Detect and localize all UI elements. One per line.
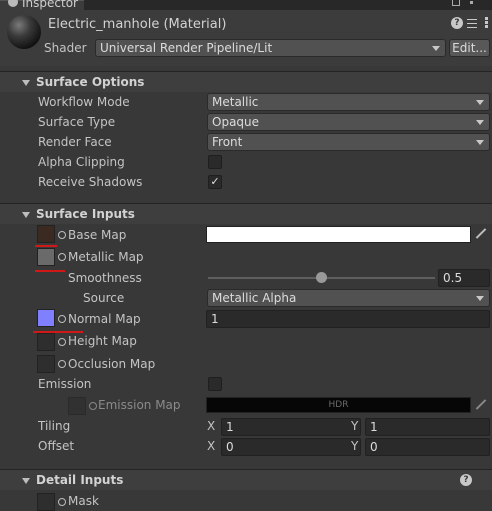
tiling-y-field[interactable]: 1 — [365, 418, 490, 436]
foldout-arrow-icon — [22, 212, 30, 218]
eyedropper-icon[interactable] — [475, 228, 487, 240]
emission-map-texture-slot[interactable] — [68, 397, 86, 415]
object-picker-icon[interactable] — [58, 315, 66, 323]
emission-map-label: Emission Map — [98, 398, 181, 412]
surface-type-dropdown[interactable]: Opaque — [207, 113, 490, 131]
surface-type-value: Opaque — [212, 115, 260, 129]
height-map-label: Height Map — [68, 334, 137, 348]
emission-color-field[interactable]: HDR — [206, 397, 471, 413]
surface-inputs-header[interactable]: Surface Inputs — [0, 204, 492, 224]
offset-y-field[interactable]: 0 — [365, 438, 490, 456]
help-icon[interactable]: ? — [451, 17, 463, 29]
smoothness-label: Smoothness — [68, 271, 142, 285]
chevron-down-icon — [476, 140, 484, 145]
normal-map-texture-slot[interactable] — [37, 309, 55, 327]
metallic-map-texture-slot[interactable] — [37, 248, 55, 266]
material-menu-icon[interactable] — [480, 17, 492, 29]
tiling-x-field[interactable]: 1 — [221, 418, 361, 436]
object-picker-icon[interactable] — [58, 253, 66, 261]
material-title: Electric_manhole (Material) — [48, 17, 227, 32]
object-picker-icon[interactable] — [58, 498, 66, 506]
tab-inspector[interactable]: Inspector — [0, 0, 84, 10]
help-icon[interactable]: ? — [460, 474, 472, 486]
info-icon — [8, 0, 18, 7]
chevron-down-icon — [476, 120, 484, 125]
metallic-map-label: Metallic Map — [68, 250, 144, 264]
occlusion-map-label: Occlusion Map — [68, 357, 156, 371]
surface-type-label: Surface Type — [38, 115, 116, 129]
occlusion-map-texture-slot[interactable] — [37, 355, 55, 373]
chevron-down-icon — [432, 46, 440, 51]
foldout-arrow-icon — [22, 80, 30, 86]
receive-shadows-checkbox[interactable]: ✓ — [208, 175, 222, 189]
lock-icon[interactable] — [452, 0, 460, 6]
mask-texture-slot[interactable] — [37, 493, 55, 511]
base-map-color-field[interactable] — [206, 226, 471, 243]
shader-label: Shader — [44, 41, 87, 55]
offset-label: Offset — [38, 439, 75, 453]
object-picker-icon[interactable] — [58, 338, 66, 346]
alpha-clipping-label: Alpha Clipping — [38, 155, 125, 169]
object-picker-icon[interactable] — [89, 402, 97, 410]
smoothness-slider-thumb[interactable] — [316, 272, 327, 283]
workflow-mode-label: Workflow Mode — [38, 95, 130, 109]
annotation-underline — [35, 270, 65, 272]
edit-shader-button[interactable]: Edit... — [449, 39, 490, 57]
shader-dropdown[interactable]: Universal Render Pipeline/Lit — [95, 39, 446, 57]
receive-shadows-label: Receive Shadows — [38, 175, 143, 189]
tiling-y-label: Y — [351, 419, 359, 433]
mask-label: Mask — [68, 494, 99, 508]
offset-x-label: X — [207, 439, 216, 453]
material-preview-sphere — [7, 15, 41, 49]
workflow-mode-dropdown[interactable]: Metallic — [207, 93, 490, 111]
window-menu-icon[interactable] — [470, 0, 474, 7]
source-value: Metallic Alpha — [212, 291, 297, 305]
tiling-label: Tiling — [38, 419, 71, 433]
chevron-down-icon — [476, 100, 484, 105]
normal-map-label: Normal Map — [68, 312, 141, 326]
surface-options-title: Surface Options — [36, 75, 145, 89]
render-face-label: Render Face — [38, 135, 112, 149]
presets-icon[interactable] — [466, 17, 478, 29]
object-picker-icon[interactable] — [58, 231, 66, 239]
source-label: Source — [83, 291, 125, 305]
source-dropdown[interactable]: Metallic Alpha — [207, 289, 490, 307]
tiling-x-label: X — [207, 419, 216, 433]
emission-label: Emission — [38, 377, 92, 391]
offset-y-label: Y — [351, 439, 359, 453]
chevron-down-icon — [476, 296, 484, 301]
shader-dropdown-value: Universal Render Pipeline/Lit — [100, 41, 273, 55]
detail-inputs-header[interactable]: Detail Inputs ? — [0, 470, 492, 490]
tab-inspector-label: Inspector — [22, 0, 78, 10]
foldout-arrow-icon — [22, 478, 30, 484]
alpha-clipping-checkbox[interactable] — [208, 155, 222, 169]
normal-map-scale-field[interactable]: 1 — [206, 310, 490, 328]
offset-x-field[interactable]: 0 — [221, 438, 361, 456]
base-map-label: Base Map — [68, 228, 127, 242]
render-face-value: Front — [212, 135, 243, 149]
workflow-mode-value: Metallic — [212, 95, 259, 109]
detail-inputs-title: Detail Inputs — [36, 473, 124, 487]
render-face-dropdown[interactable]: Front — [207, 133, 490, 151]
base-map-texture-slot[interactable] — [37, 225, 55, 243]
object-picker-icon[interactable] — [58, 360, 66, 368]
surface-options-header[interactable]: Surface Options — [0, 72, 492, 92]
annotation-underline — [35, 245, 57, 247]
smoothness-value-field[interactable]: 0.5 — [438, 269, 490, 287]
surface-inputs-title: Surface Inputs — [36, 207, 135, 221]
emission-checkbox[interactable] — [208, 377, 222, 391]
eyedropper-icon[interactable] — [475, 399, 487, 411]
height-map-texture-slot[interactable] — [37, 333, 55, 351]
